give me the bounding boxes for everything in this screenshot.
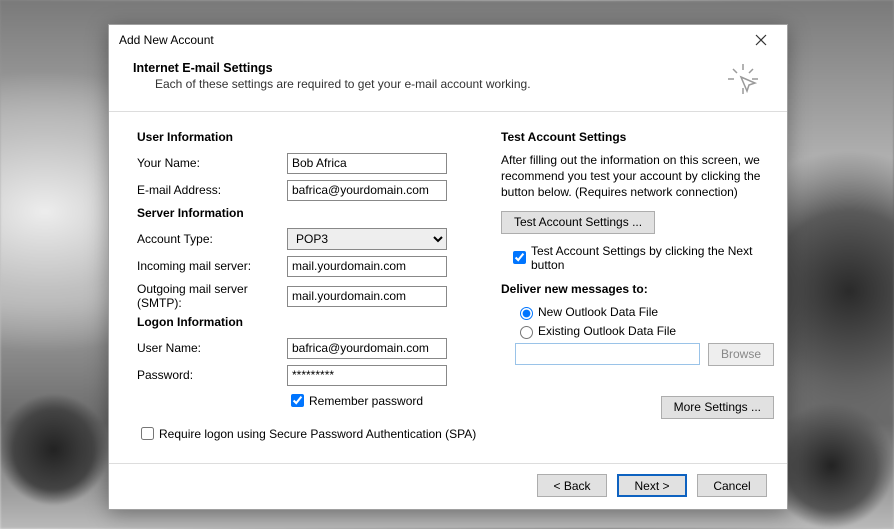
username-label: User Name:: [137, 341, 287, 355]
account-type-select[interactable]: POP3: [287, 228, 447, 250]
browse-button[interactable]: Browse: [708, 343, 774, 366]
header-heading: Internet E-mail Settings: [133, 61, 725, 75]
test-heading: Test Account Settings: [501, 130, 774, 144]
add-account-dialog: Add New Account Internet E-mail Settings…: [108, 24, 788, 510]
incoming-input[interactable]: [287, 256, 447, 277]
titlebar: Add New Account: [109, 25, 787, 55]
existing-file-path-input[interactable]: [515, 343, 700, 365]
close-icon: [755, 34, 767, 46]
close-button[interactable]: [741, 26, 781, 54]
back-button[interactable]: < Back: [537, 474, 607, 497]
incoming-label: Incoming mail server:: [137, 259, 287, 273]
next-button[interactable]: Next >: [617, 474, 687, 497]
username-input[interactable]: [287, 338, 447, 359]
header-subtitle: Each of these settings are required to g…: [155, 77, 725, 91]
your-name-label: Your Name:: [137, 156, 287, 170]
outgoing-input[interactable]: [287, 286, 447, 307]
password-input[interactable]: [287, 365, 447, 386]
cancel-button[interactable]: Cancel: [697, 474, 767, 497]
dialog-footer: < Back Next > Cancel: [109, 463, 787, 509]
cursor-click-icon: [725, 61, 761, 97]
your-name-input[interactable]: [287, 153, 447, 174]
dialog-title: Add New Account: [119, 33, 741, 47]
deliver-existing-radio[interactable]: [520, 326, 533, 339]
spa-checkbox[interactable]: [141, 427, 154, 440]
deliver-heading: Deliver new messages to:: [501, 282, 774, 296]
logon-info-heading: Logon Information: [137, 315, 477, 329]
spa-label: Require logon using Secure Password Auth…: [159, 427, 476, 441]
server-info-heading: Server Information: [137, 206, 477, 220]
deliver-existing-label: Existing Outlook Data File: [538, 324, 676, 338]
user-info-heading: User Information: [137, 130, 477, 144]
email-label: E-mail Address:: [137, 183, 287, 197]
password-label: Password:: [137, 368, 287, 382]
account-type-label: Account Type:: [137, 232, 287, 246]
more-settings-button[interactable]: More Settings ...: [661, 396, 774, 419]
deliver-new-label: New Outlook Data File: [538, 305, 658, 319]
email-input[interactable]: [287, 180, 447, 201]
outgoing-label: Outgoing mail server (SMTP):: [137, 282, 287, 310]
auto-test-checkbox[interactable]: [513, 251, 526, 264]
test-description: After filling out the information on thi…: [501, 152, 774, 201]
test-account-button[interactable]: Test Account Settings ...: [501, 211, 655, 234]
deliver-new-radio[interactable]: [520, 307, 533, 320]
remember-password-checkbox[interactable]: [291, 394, 304, 407]
auto-test-label: Test Account Settings by clicking the Ne…: [531, 244, 774, 272]
remember-password-label: Remember password: [309, 394, 423, 408]
dialog-header: Internet E-mail Settings Each of these s…: [109, 55, 787, 112]
